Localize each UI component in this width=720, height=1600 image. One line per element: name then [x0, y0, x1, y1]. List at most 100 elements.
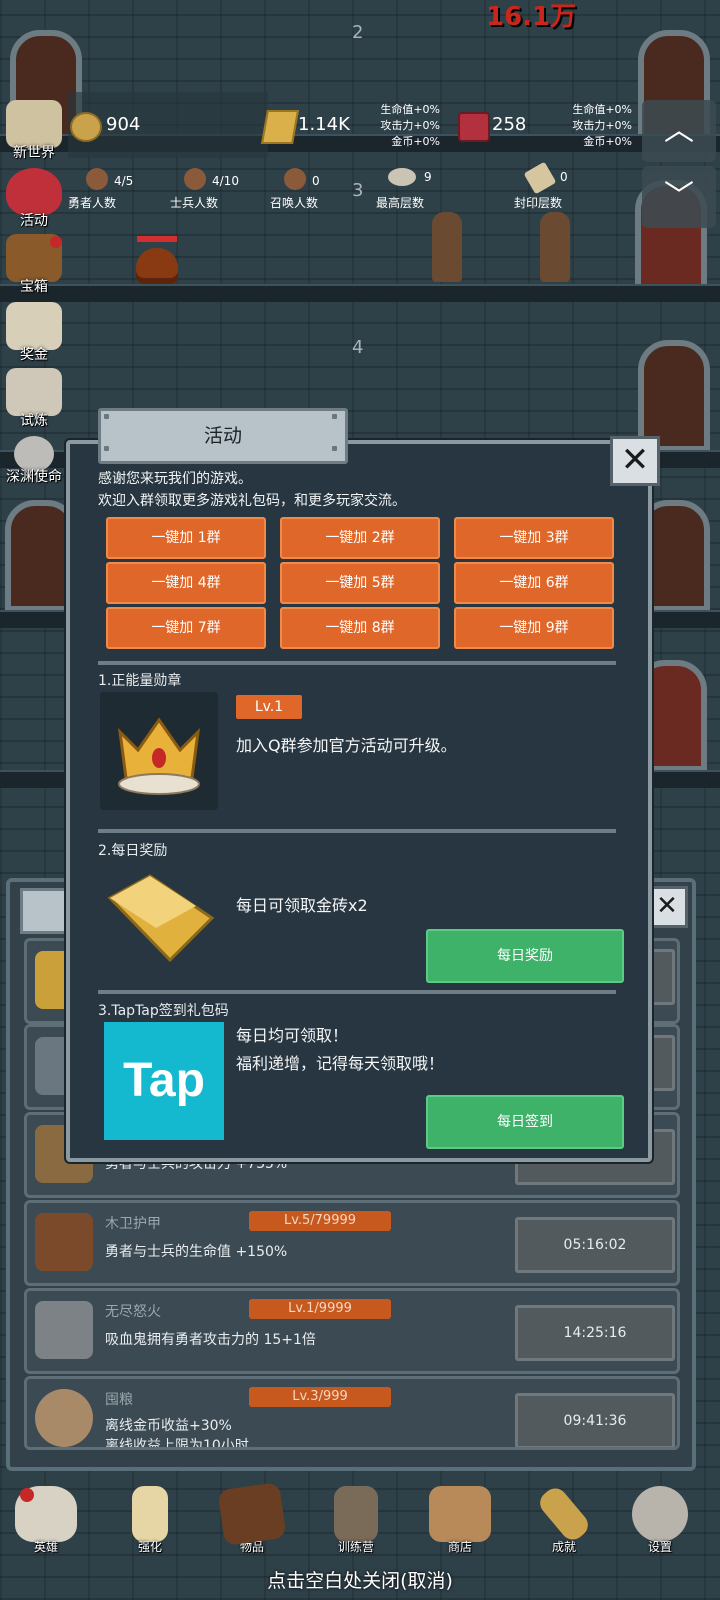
- daily-checkin-button[interactable]: 每日签到: [426, 1095, 624, 1149]
- summon-count-label: 召唤人数: [270, 196, 319, 210]
- gold-brick-count: 1.14K: [298, 114, 350, 135]
- upgrade-desc: 吸血鬼拥有勇者攻击力的 15+1倍: [105, 1332, 316, 1348]
- join-group-3-button[interactable]: 一键加 3群: [454, 517, 614, 559]
- map-icon: [6, 100, 62, 148]
- side-item-trial[interactable]: 试炼: [2, 368, 66, 430]
- rivet-decor: [104, 414, 109, 419]
- gem-icon: [458, 112, 490, 142]
- section-divider: [98, 829, 616, 833]
- join-group-7-button[interactable]: 一键加 7群: [106, 607, 266, 649]
- join-group-2-button[interactable]: 一键加 2群: [280, 517, 440, 559]
- daily-reward-button[interactable]: 每日奖励: [426, 929, 624, 983]
- nav-achievement[interactable]: 成就: [524, 1483, 604, 1555]
- hero-count-label: 勇者人数: [68, 196, 117, 210]
- gem-count: 258: [492, 114, 527, 135]
- section-divider: [98, 990, 616, 994]
- seal-floor-label: 封印层数: [514, 196, 563, 210]
- summon-count-icon: [284, 168, 306, 190]
- upgrade-desc: 离线金币收益+30%: [105, 1418, 232, 1434]
- bonus-stats-left: 生命值+0% 攻击力+0% 金币+0%: [380, 103, 440, 148]
- seal-floor-count: 0: [560, 170, 568, 184]
- floor-number: 4: [352, 337, 364, 358]
- enemy-hp-bar: [137, 236, 177, 242]
- upgrade-timer[interactable]: 09:41:36: [515, 1393, 675, 1447]
- upgrade-timer[interactable]: 05:16:02: [515, 1217, 675, 1273]
- under-panel-title-tab: [20, 888, 72, 934]
- side-item-chest[interactable]: 宝箱: [2, 234, 66, 296]
- upgrade-card[interactable]: 无尽怒火 Lv.1/9999 吸血鬼拥有勇者攻击力的 15+1倍 14:25:1…: [24, 1288, 680, 1374]
- upgrade-level: Lv.1/9999: [249, 1299, 391, 1319]
- section-3-text-2: 福利递增，记得每天领取哦！: [236, 1054, 445, 1073]
- side-item-new-world[interactable]: 新世界: [2, 100, 66, 162]
- scroll-down-button[interactable]: ﹀: [642, 166, 716, 228]
- notification-dot: [50, 236, 62, 248]
- close-hint[interactable]: 点击空白处关闭(取消): [0, 1566, 720, 1593]
- soldier-character: [540, 212, 570, 282]
- section-2-text: 每日可领取金砖x2: [236, 896, 368, 915]
- section-divider: [98, 661, 616, 665]
- summon-count: 0: [312, 174, 320, 188]
- gear-icon: [632, 1486, 688, 1542]
- hero-character: [432, 212, 462, 282]
- section-3-text-1: 每日均可领取！: [236, 1026, 349, 1045]
- medal-frame: [100, 692, 218, 810]
- lantern-icon: [334, 1486, 378, 1542]
- upgrade-card[interactable]: 木卫护甲 Lv.5/79999 勇者与士兵的生命值 +150% 05:16:02: [24, 1200, 680, 1286]
- grain-bowl-icon: [35, 1389, 93, 1447]
- damage-number: 16.1万: [486, 2, 577, 32]
- candle-icon: [132, 1486, 168, 1542]
- scroll-up-button[interactable]: ︿: [642, 100, 716, 162]
- join-group-6-button[interactable]: 一键加 6群: [454, 562, 614, 604]
- side-item-bonus[interactable]: 奖金: [2, 302, 66, 364]
- envelope-icon: [6, 302, 62, 350]
- modal-close-button[interactable]: ✕: [610, 436, 660, 486]
- join-group-4-button[interactable]: 一键加 4群: [106, 562, 266, 604]
- floor-number: 2: [352, 22, 364, 43]
- upgrade-level: Lv.5/79999: [249, 1211, 391, 1231]
- side-item-events[interactable]: 活动: [2, 168, 66, 230]
- upgrade-card[interactable]: 囤粮 Lv.3/999 离线金币收益+30% 离线收益上限为10小时 09:41…: [24, 1376, 680, 1450]
- hammer-icon: [35, 1301, 93, 1359]
- rivet-decor: [104, 446, 109, 451]
- intro-line-1: 感谢您来玩我们的游戏。: [98, 471, 252, 487]
- under-panel-close-button[interactable]: ✕: [646, 886, 688, 928]
- floor-number: 3: [352, 180, 364, 201]
- nav-settings[interactable]: 设置: [620, 1486, 700, 1555]
- upgrade-desc: 勇者与士兵的生命值 +150%: [105, 1244, 288, 1260]
- gold-brick-icon: [261, 110, 299, 144]
- max-floor-icon: [388, 168, 416, 186]
- hero-count-icon: [86, 168, 108, 190]
- upgrade-name: 囤粮: [105, 1392, 133, 1408]
- slime-enemy[interactable]: [136, 248, 178, 284]
- section-1-text: 加入Q群参加官方活动可升级。: [236, 736, 457, 755]
- join-group-8-button[interactable]: 一键加 8群: [280, 607, 440, 649]
- coin-count: 904: [106, 114, 141, 135]
- upgrade-level: Lv.3/999: [249, 1387, 391, 1407]
- nav-hero[interactable]: 英雄: [6, 1486, 86, 1555]
- modal-title: 活动: [98, 408, 348, 464]
- soldier-count-icon: [184, 168, 206, 190]
- soldier-count: 4/10: [212, 174, 239, 188]
- nav-training[interactable]: 训练营: [316, 1486, 396, 1555]
- hero-count: 4/5: [114, 174, 134, 188]
- floor-divider: [0, 284, 720, 302]
- soldier-count-label: 士兵人数: [170, 196, 219, 210]
- nav-items[interactable]: 物品: [212, 1481, 292, 1555]
- key-icon: [535, 1483, 593, 1545]
- medal-level-badge: Lv.1: [236, 695, 302, 719]
- nav-enhance[interactable]: 强化: [110, 1486, 190, 1555]
- bottom-nav: 英雄 强化 物品 训练营 商店 成就 设置: [0, 1481, 720, 1566]
- nav-shop[interactable]: 商店: [420, 1486, 500, 1555]
- rivet-decor: [332, 414, 337, 419]
- join-group-9-button[interactable]: 一键加 9群: [454, 607, 614, 649]
- join-group-1-button[interactable]: 一键加 1群: [106, 517, 266, 559]
- coin-icon: [70, 112, 102, 142]
- heart-icon: [6, 168, 62, 216]
- side-item-abyss[interactable]: 深渊使命: [2, 436, 66, 486]
- join-group-5-button[interactable]: 一键加 5群: [280, 562, 440, 604]
- upgrade-timer[interactable]: 14:25:16: [515, 1305, 675, 1361]
- intro-line-2: 欢迎入群领取更多游戏礼包码，和更多玩家交流。: [98, 493, 406, 509]
- crown-medal-icon: [117, 717, 201, 795]
- gold-brick-icon: [107, 874, 215, 963]
- max-floor-label: 最高层数: [376, 196, 425, 210]
